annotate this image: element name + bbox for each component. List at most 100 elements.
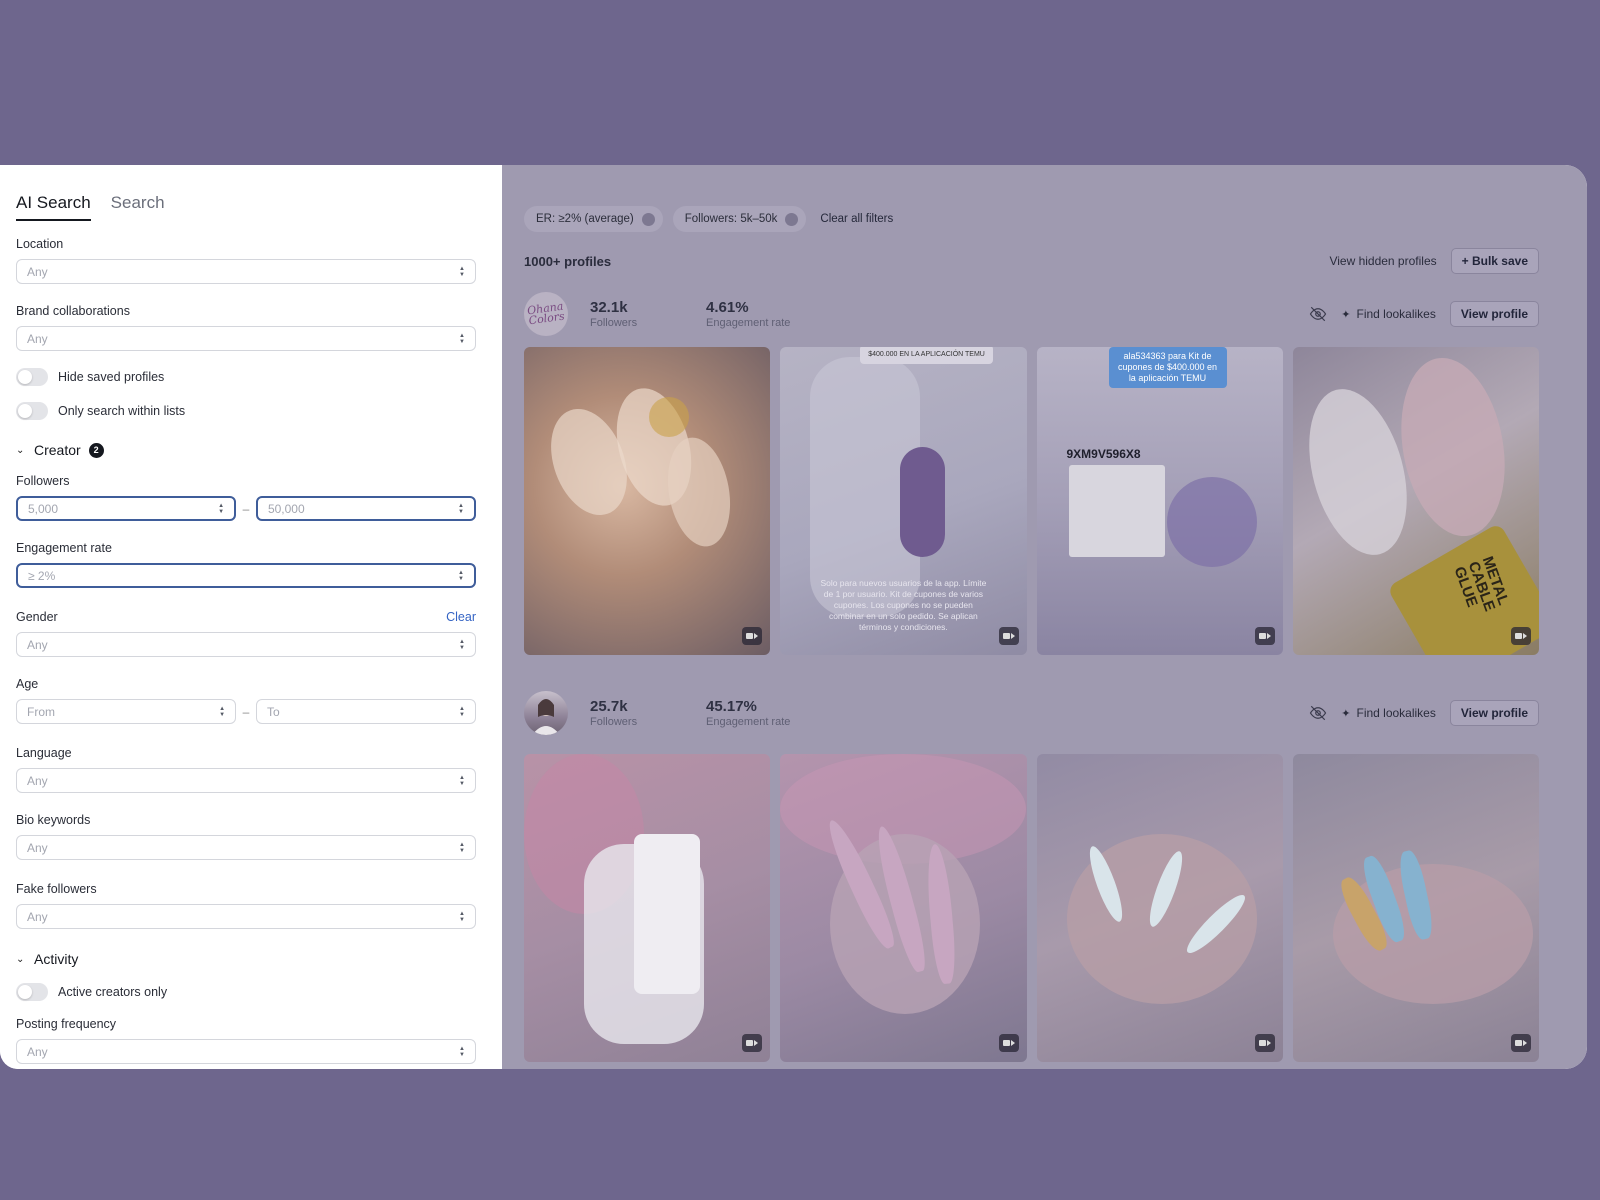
media-thumbnail[interactable]: $400.000 EN LA APLICACIÓN TEMU Solo para… — [780, 347, 1027, 655]
age-filter: Age From ▲ ▼ – To ▲ ▼ — [16, 675, 476, 724]
video-icon — [742, 1034, 763, 1052]
language-select[interactable]: Any ▲ ▼ — [16, 768, 476, 793]
age-label: Age — [16, 677, 39, 691]
eye-off-icon[interactable] — [1309, 704, 1327, 722]
engagement-rate-select[interactable]: ≥ 2% ▲ ▼ — [16, 563, 476, 588]
fake-followers-placeholder: Any — [27, 909, 48, 924]
creator-section-title: Creator — [34, 442, 81, 458]
fake-followers-select[interactable]: Any ▲ ▼ — [16, 904, 476, 929]
remove-chip-icon[interactable] — [785, 212, 799, 226]
chevron-updown-icon: ▲ ▼ — [459, 841, 465, 854]
filter-chip-followers[interactable]: Followers: 5k–50k — [672, 206, 807, 232]
coupon-code: 9XM9V596X8 — [1066, 447, 1141, 461]
chevron-updown-icon: ▲ ▼ — [459, 1045, 465, 1058]
filter-chip-label: Followers: 5k–50k — [684, 213, 778, 225]
followers-min-value: 5,000 — [28, 501, 59, 516]
active-creators-only-label: Active creators only — [58, 985, 168, 999]
creator-section-header[interactable]: ⌄ Creator 2 — [16, 440, 476, 460]
avatar-logo-text: Ohana Colors — [526, 299, 566, 328]
search-tabs: AI Search Search — [16, 193, 476, 221]
engagement-stat: 45.17% Engagement rate — [706, 698, 822, 728]
followers-stat: 25.7k Followers — [590, 698, 706, 728]
active-creators-only-toggle[interactable] — [16, 983, 48, 1001]
posting-frequency-placeholder: Any — [27, 1044, 48, 1059]
language-placeholder: Any — [27, 773, 48, 788]
gender-filter: Gender Clear Any ▲ ▼ — [16, 608, 476, 657]
media-thumbnail[interactable] — [524, 347, 771, 655]
language-label: Language — [16, 746, 72, 760]
video-icon — [998, 627, 1019, 645]
age-to-placeholder: To — [266, 704, 280, 719]
find-lookalikes-button[interactable]: ✦ Find lookalikes — [1341, 706, 1436, 720]
media-grid: $400.000 EN LA APLICACIÓN TEMU Solo para… — [524, 347, 1539, 655]
media-thumbnail[interactable] — [524, 754, 771, 1062]
avatar[interactable]: Ohana Colors — [524, 292, 568, 336]
clear-all-filters-link[interactable]: Clear all filters — [820, 213, 893, 225]
person-avatar-icon — [532, 699, 560, 735]
sparkle-icon: ✦ — [1341, 308, 1351, 321]
filter-chip-er[interactable]: ER: ≥2% (average) — [524, 206, 663, 232]
range-separator: – — [242, 501, 250, 516]
chevron-updown-icon: ▲ ▼ — [459, 638, 465, 651]
brand-collaborations-filter: Brand collaborations Any ▲ ▼ — [16, 302, 476, 351]
chevron-updown-icon: ▲ ▼ — [459, 774, 465, 787]
followers-min-input[interactable]: 5,000 ▲ ▼ — [16, 496, 237, 521]
video-icon — [1511, 627, 1531, 645]
only-search-within-lists-label: Only search within lists — [58, 404, 186, 418]
posting-frequency-label: Posting frequency — [16, 1017, 117, 1031]
results-bar: 1000+ profiles View hidden profiles + Bu… — [524, 247, 1539, 275]
followers-label: Followers — [16, 474, 70, 488]
media-grid — [524, 754, 1539, 1062]
hide-saved-profiles-row: Hide saved profiles — [16, 368, 476, 386]
age-from-select[interactable]: From ▲ ▼ — [16, 699, 237, 724]
only-search-within-lists-toggle[interactable] — [16, 402, 48, 420]
video-caption: Solo para nuevos usuarios de la app. Lím… — [820, 578, 987, 632]
tab-search[interactable]: Search — [111, 193, 165, 221]
media-thumbnail[interactable] — [1292, 754, 1539, 1062]
view-hidden-profiles-link[interactable]: View hidden profiles — [1329, 254, 1436, 268]
gender-clear-link[interactable]: Clear — [446, 610, 476, 624]
fake-followers-filter: Fake followers Any ▲ ▼ — [16, 880, 476, 929]
age-to-select[interactable]: To ▲ ▼ — [255, 699, 476, 724]
hide-saved-profiles-toggle[interactable] — [16, 368, 48, 386]
remove-chip-icon[interactable] — [641, 212, 655, 226]
followers-max-input[interactable]: 50,000 ▲ ▼ — [255, 496, 476, 521]
gender-select[interactable]: Any ▲ ▼ — [16, 632, 476, 657]
app-window: AI Search Search Location Any ▲ ▼ Brand c… — [0, 165, 1587, 1069]
results-panel: ER: ≥2% (average) Followers: 5k–50k Clea… — [502, 165, 1587, 1069]
followers-max-value: 50,000 — [267, 501, 305, 516]
activity-section-header[interactable]: ⌄ Activity — [16, 949, 476, 969]
avatar[interactable] — [524, 691, 568, 735]
only-search-within-lists-row: Only search within lists — [16, 402, 476, 420]
video-icon — [1254, 627, 1275, 645]
results-count: 1000+ profiles — [524, 253, 612, 269]
tab-ai-search[interactable]: AI Search — [16, 193, 91, 221]
followers-caption: Followers — [590, 317, 638, 329]
media-thumbnail[interactable] — [780, 754, 1027, 1062]
view-profile-button[interactable]: View profile — [1449, 700, 1539, 726]
media-thumbnail[interactable]: ala534363 para Kit de cupones de $400.00… — [1036, 347, 1283, 655]
chevron-updown-icon: ▲ ▼ — [459, 705, 465, 718]
find-lookalikes-button[interactable]: ✦ Find lookalikes — [1341, 307, 1436, 321]
posting-frequency-select[interactable]: Any ▲ ▼ — [16, 1039, 476, 1064]
bio-keywords-select[interactable]: Any ▲ ▼ — [16, 835, 476, 860]
media-thumbnail[interactable] — [1036, 754, 1283, 1062]
location-label: Location — [16, 237, 64, 251]
sparkle-icon: ✦ — [1341, 707, 1351, 720]
eye-off-icon[interactable] — [1309, 305, 1327, 323]
chevron-updown-icon: ▲ ▼ — [459, 265, 465, 278]
engagement-rate-caption: Engagement rate — [706, 317, 791, 329]
active-filter-chips: ER: ≥2% (average) Followers: 5k–50k Clea… — [524, 206, 893, 232]
followers-stat: 32.1k Followers — [590, 299, 706, 329]
chevron-updown-icon: ▲ ▼ — [459, 910, 465, 923]
fake-followers-label: Fake followers — [16, 882, 97, 896]
creator-filter-count-badge: 2 — [88, 442, 104, 458]
bulk-save-button[interactable]: + Bulk save — [1450, 248, 1539, 274]
location-select[interactable]: Any ▲ ▼ — [16, 259, 476, 284]
media-thumbnail[interactable]: METAL CABLE GLUE — [1292, 347, 1539, 655]
chevron-updown-icon: ▲ ▼ — [459, 332, 465, 345]
view-profile-button[interactable]: View profile — [1449, 301, 1539, 327]
brand-collaborations-select[interactable]: Any ▲ ▼ — [16, 326, 476, 351]
promo-sign: $400.000 EN LA APLICACIÓN TEMU — [860, 347, 993, 364]
engagement-rate-value: 45.17% — [706, 698, 757, 715]
